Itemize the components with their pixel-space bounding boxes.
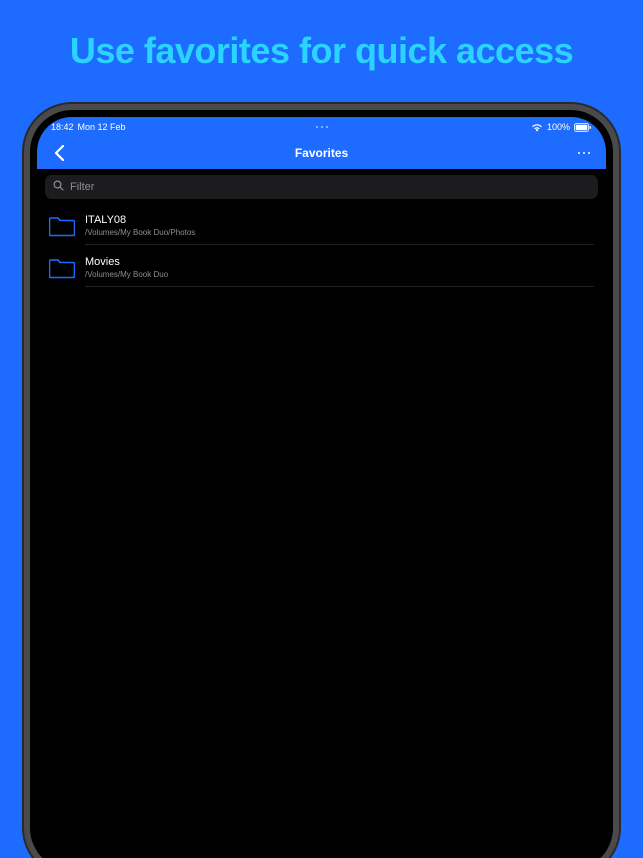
battery-icon (574, 123, 592, 132)
list-item-text: ITALY08 /Volumes/My Book Duo/Photos (85, 213, 594, 245)
search-icon (53, 178, 64, 196)
filter-placeholder: Filter (70, 181, 94, 193)
list-item[interactable]: Movies /Volumes/My Book Duo (37, 247, 606, 289)
more-button[interactable] (572, 141, 596, 165)
status-time: 18:42 (51, 122, 74, 132)
favorites-list: ITALY08 /Volumes/My Book Duo/Photos Movi… (37, 205, 606, 289)
list-item-text: Movies /Volumes/My Book Duo (85, 255, 594, 287)
list-item-title: Movies (85, 256, 594, 269)
filter-input[interactable]: Filter (45, 175, 598, 199)
back-button[interactable] (47, 141, 71, 165)
status-battery-text: 100% (547, 122, 570, 132)
status-date: Mon 12 Feb (78, 122, 126, 132)
device-screen: 18:42 Mon 12 Feb 100% Favorites (37, 117, 606, 858)
ellipsis-icon (588, 152, 591, 155)
list-item-subtitle: /Volumes/My Book Duo (85, 270, 594, 280)
device-frame: 18:42 Mon 12 Feb 100% Favorites (30, 110, 613, 858)
list-item[interactable]: ITALY08 /Volumes/My Book Duo/Photos (37, 205, 606, 247)
list-item-title: ITALY08 (85, 214, 594, 227)
ellipsis-icon (578, 152, 581, 155)
wifi-icon (531, 123, 543, 132)
multitask-dots-icon (316, 126, 328, 128)
ellipsis-icon (583, 152, 586, 155)
folder-icon (49, 257, 75, 279)
promo-headline: Use favorites for quick access (0, 30, 643, 72)
status-bar: 18:42 Mon 12 Feb 100% (37, 117, 606, 137)
list-item-subtitle: /Volumes/My Book Duo/Photos (85, 228, 594, 238)
page-title: Favorites (295, 146, 348, 160)
folder-icon (49, 215, 75, 237)
chevron-left-icon (54, 145, 65, 161)
nav-bar: Favorites (37, 137, 606, 169)
